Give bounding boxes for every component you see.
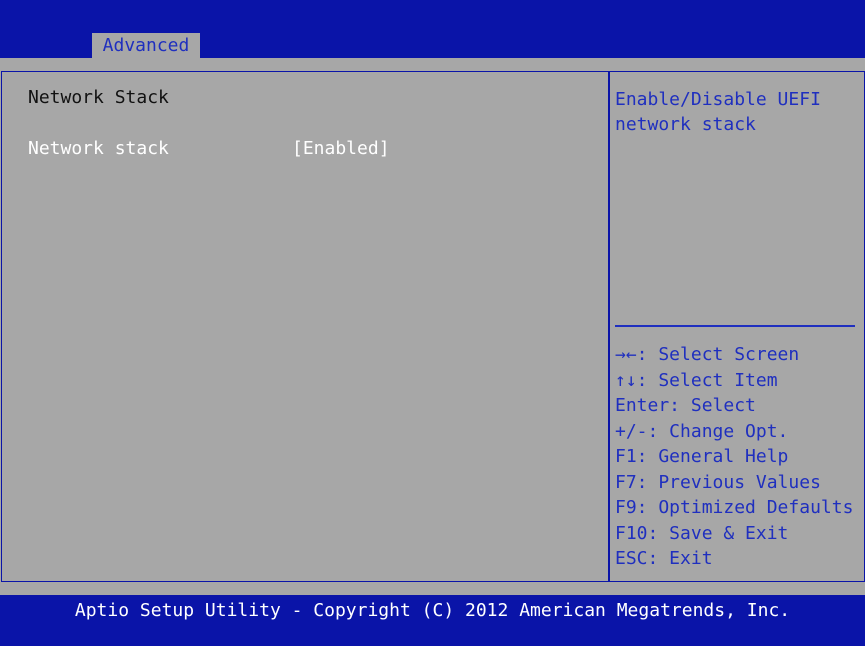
key-save-exit: F10: Save & Exit [615,522,789,544]
key-exit: ESC: Exit [615,548,713,569]
network-stack-setting[interactable]: Network stack [Enabled] [28,138,588,162]
section-title: Network Stack [28,87,169,108]
copyright-footer: Aptio Setup Utility - Copyright (C) 2012… [0,595,865,646]
key-select-item: ↑↓: Select Item [615,369,778,391]
setup-content: Network Stack Network stack [Enabled] En… [0,58,865,595]
key-select-screen: →←: Select Screen [615,344,800,365]
key-general-help: F1: General Help [615,446,789,467]
key-optimized-defaults: F9: Optimized Defaults [615,497,854,518]
key-previous-values: F7: Previous Values [615,471,821,493]
settings-panel: Network Stack Network stack [Enabled] [1,71,609,582]
network-stack-label: Network stack [28,138,169,159]
network-stack-value[interactable]: [Enabled] [292,138,390,159]
tab-advanced[interactable]: Advanced [92,33,200,58]
key-legend: →←: Select Screen ↑↓: Select Item Enter:… [615,342,853,572]
help-panel: Enable/Disable UEFI network stack →←: Se… [609,71,865,582]
help-description: Enable/Disable UEFI network stack [615,89,832,135]
top-menu-bar: Advanced [0,0,865,58]
key-change-opt: +/-: Change Opt. [615,420,789,442]
key-enter-select: Enter: Select [615,395,756,416]
help-divider [615,325,855,327]
